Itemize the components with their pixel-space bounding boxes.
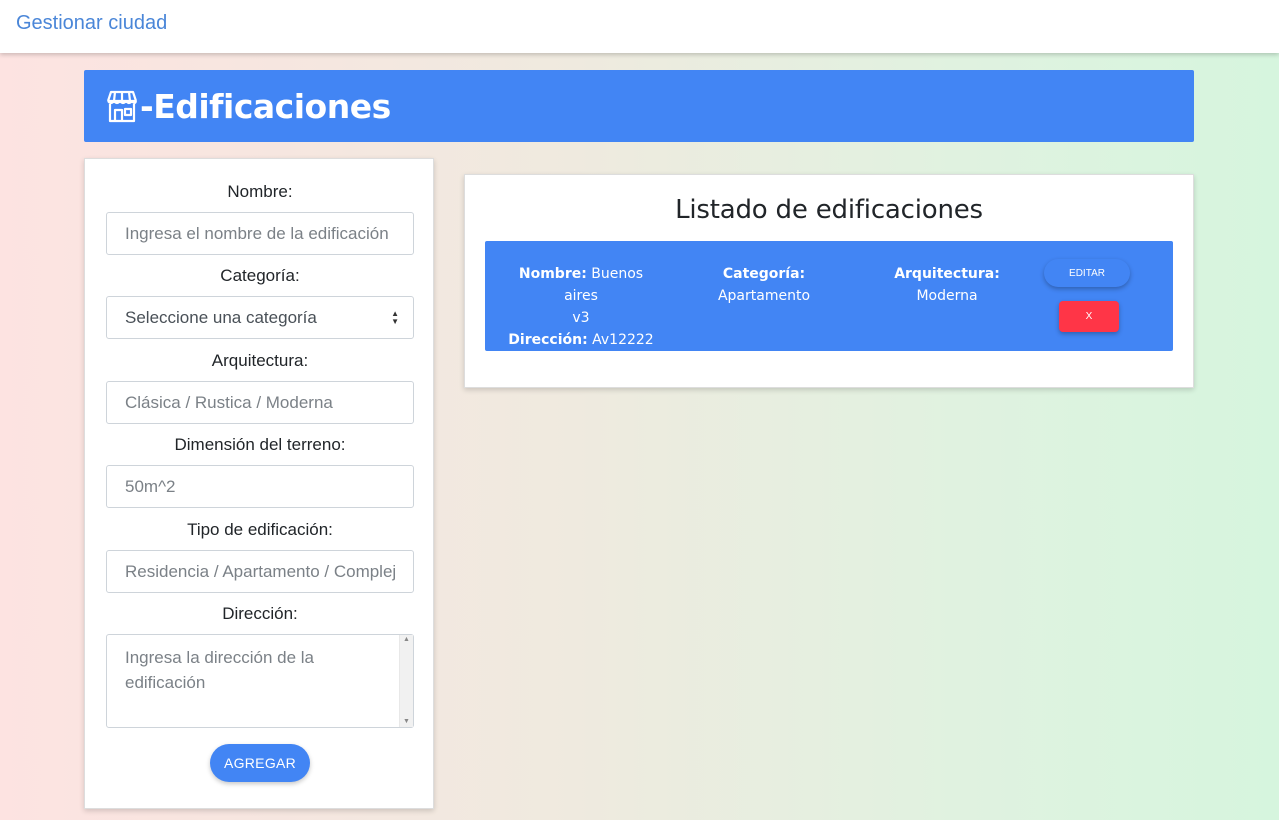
dimension-label: Dimensión del terreno: — [174, 435, 346, 454]
tipo-label: Tipo de edificación: — [187, 520, 333, 539]
listado-card: Listado de edificaciones Nombre: Buenos … — [464, 174, 1194, 388]
item-arquitectura-value: Moderna — [916, 288, 978, 304]
item-direccion-value: Av12222 — [592, 332, 654, 348]
categoria-selected-value: Seleccione una categoría — [125, 307, 317, 327]
delete-button[interactable]: X — [1059, 301, 1119, 332]
direccion-textarea[interactable] — [106, 634, 414, 728]
item-categoria-value: Apartamento — [717, 288, 811, 304]
item-categoria-label: Categoría: — [722, 266, 806, 282]
categoria-label: Categoría: — [220, 266, 300, 285]
navbar: Gestionar ciudad — [0, 0, 1279, 53]
store-icon — [104, 88, 140, 124]
agregar-button[interactable]: AGREGAR — [210, 744, 310, 782]
list-item: Nombre: Buenos aires v3 Dirección: Av122… — [485, 241, 1173, 351]
page-title: -Edificaciones — [140, 86, 391, 126]
building-form: Nombre: Categoría: Seleccione una catego… — [84, 158, 434, 809]
select-arrows-icon: ▲ ▼ — [391, 309, 399, 326]
item-arquitectura-label: Arquitectura: — [894, 266, 1000, 282]
listado-title: Listado de edificaciones — [675, 195, 983, 225]
arquitectura-label: Arquitectura: — [211, 351, 309, 370]
item-nombre-col: Nombre: Buenos aires v3 Dirección: Av122… — [501, 263, 661, 351]
item-nombre-value-cont: v3 — [572, 310, 590, 326]
arquitectura-input[interactable] — [106, 381, 414, 424]
nombre-input[interactable] — [106, 212, 414, 255]
tipo-input[interactable] — [106, 550, 414, 593]
page-header-banner: -Edificaciones — [84, 70, 1194, 142]
navbar-brand-link[interactable]: Gestionar ciudad — [16, 12, 167, 35]
item-direccion-label: Dirección: — [508, 332, 588, 348]
textarea-scrollbar[interactable]: ▲ ▼ — [399, 635, 413, 727]
direccion-label: Dirección: — [222, 604, 298, 623]
edit-button[interactable]: EDITAR — [1044, 259, 1130, 287]
nombre-label: Nombre: — [227, 182, 293, 201]
item-arquitectura-col: Arquitectura: Moderna — [867, 263, 1027, 307]
item-categoria-col: Categoría: Apartamento — [695, 263, 833, 307]
dimension-input[interactable] — [106, 465, 414, 508]
categoria-select[interactable]: Seleccione una categoría ▲ ▼ — [106, 296, 414, 339]
item-nombre-label: Nombre: — [518, 266, 587, 282]
